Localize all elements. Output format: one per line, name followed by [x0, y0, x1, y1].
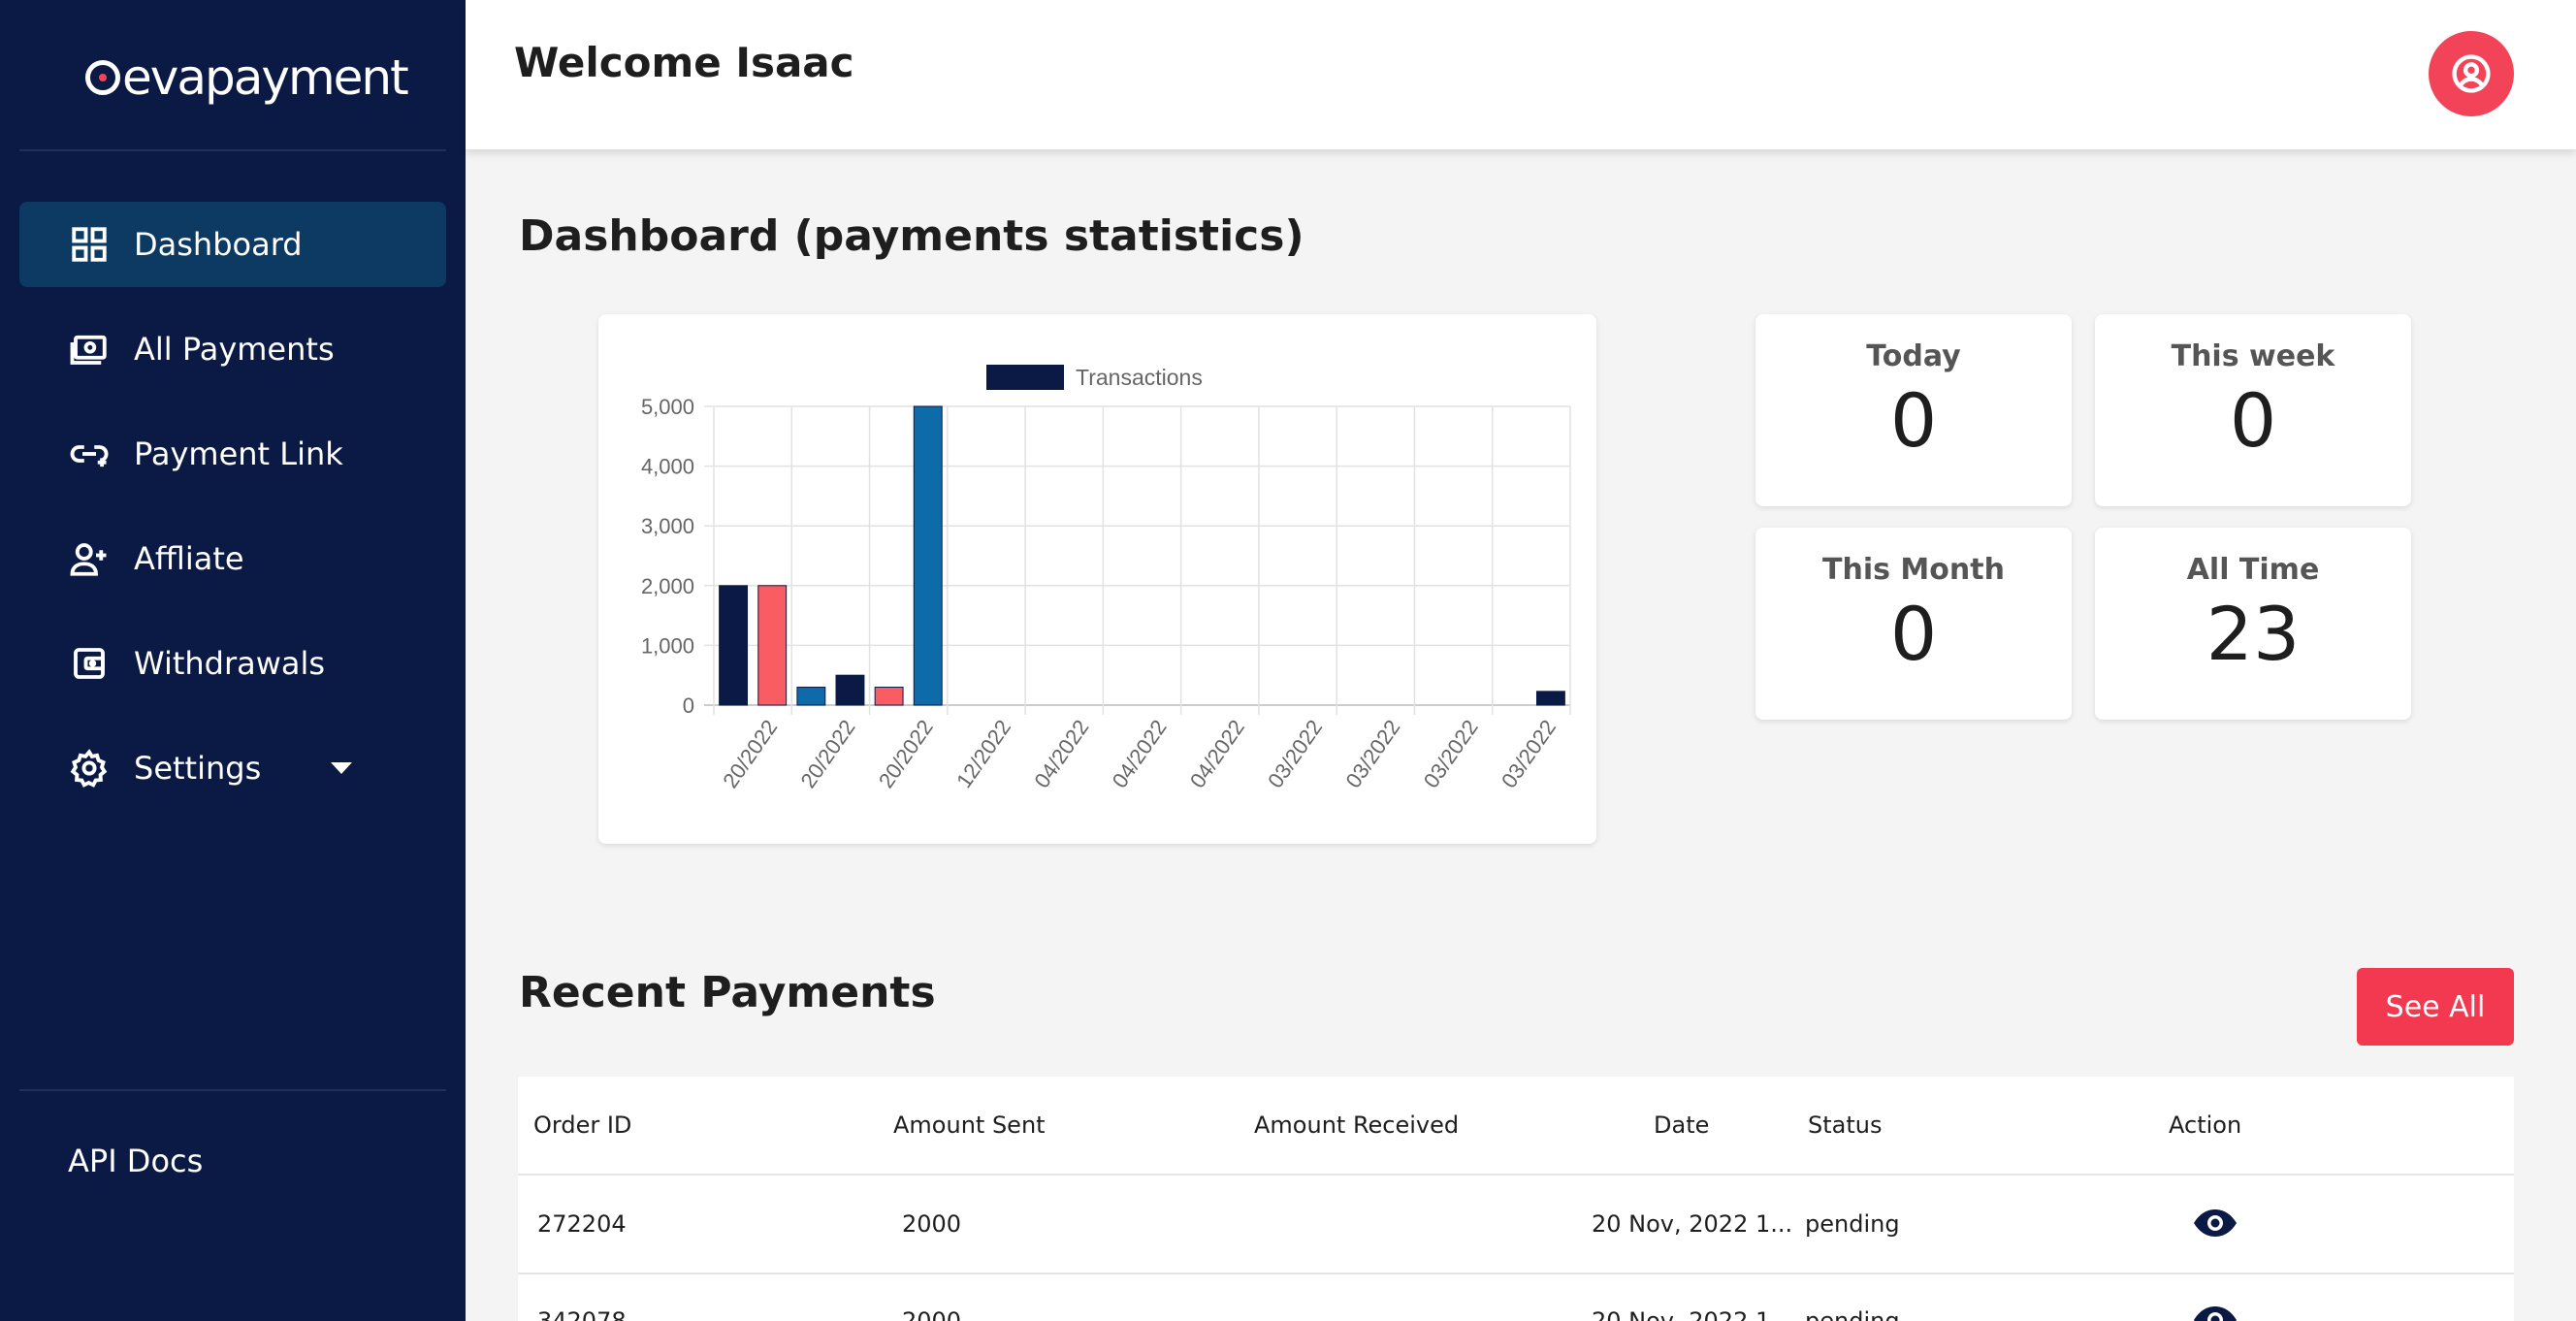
x-tick-label: 04/2022: [1029, 716, 1093, 792]
x-tick-label: 12/2022: [951, 716, 1015, 792]
column-header-action: Action: [2169, 1112, 2242, 1139]
column-header-status: Status: [1808, 1112, 1883, 1139]
recent-payments-table: Order ID Amount Sent Amount Received Dat…: [518, 1077, 2514, 1321]
bar: [1535, 691, 1565, 706]
y-tick-label: 2,000: [641, 574, 694, 598]
chevron-down-icon[interactable]: [331, 762, 353, 774]
cell-amount-sent: 2000: [902, 1307, 962, 1321]
bar: [874, 687, 904, 706]
bar: [796, 687, 826, 706]
stat-card-this-week: This week 0: [2095, 314, 2411, 506]
x-tick-label: 03/2022: [1263, 716, 1327, 792]
y-tick-label: 5,000: [641, 395, 694, 419]
cash-icon: [68, 328, 111, 371]
y-tick-label: 1,000: [641, 633, 694, 658]
sidebar-item-label: All Payments: [134, 331, 335, 368]
transactions-chart: 01,0002,0003,0004,0005,00020/2022 20/2022…: [641, 365, 1571, 792]
wallet-icon: [68, 642, 111, 685]
eye-icon[interactable]: [2192, 1208, 2238, 1238]
stat-label: This week: [2171, 339, 2335, 373]
cell-date: 20 Nov, 2022 1...: [1592, 1210, 1793, 1238]
sidebar-item-dashboard[interactable]: Dashboard: [19, 202, 446, 287]
sidebar-item-withdrawals[interactable]: Withdrawals: [19, 621, 446, 706]
sidebar-nav: Dashboard All Payments Payment Link Affl…: [19, 202, 446, 830]
y-tick-label: 0: [683, 693, 694, 718]
x-tick-label: 20/2022: [718, 716, 782, 792]
grid-icon: [68, 223, 111, 266]
table-row[interactable]: 272204 2000 20 Nov, 2022 1... pending: [518, 1176, 2514, 1274]
stat-label: All Time: [2186, 553, 2320, 587]
cell-order-id: 272204: [537, 1210, 627, 1238]
sidebar-item-settings[interactable]: Settings: [19, 725, 446, 811]
stat-card-today: Today 0: [1755, 314, 2072, 506]
user-plus-icon: [68, 537, 111, 580]
x-tick-label: 04/2022: [1108, 716, 1172, 792]
sidebar-item-payment-link[interactable]: Payment Link: [19, 411, 446, 497]
column-header-order-id: Order ID: [533, 1112, 632, 1139]
cell-amount-sent: 2000: [902, 1210, 962, 1238]
sidebar-item-label: Affliate: [134, 540, 244, 577]
sidebar: evapayment Dashboard All Payments Paymen…: [0, 0, 466, 1321]
column-header-amount-sent: Amount Sent: [893, 1112, 1046, 1139]
stat-value: 23: [2206, 591, 2301, 677]
sidebar-item-label: Settings: [134, 750, 262, 787]
x-tick-label: 03/2022: [1340, 716, 1404, 792]
y-tick-label: 4,000: [641, 455, 694, 479]
stat-value: 0: [2229, 377, 2277, 464]
x-tick-label: 03/2022: [1419, 716, 1483, 792]
sidebar-divider-top: [19, 149, 446, 151]
stat-value: 0: [1889, 377, 1938, 464]
x-tick-label: 04/2022: [1185, 716, 1249, 792]
stat-card-this-month: This Month 0: [1755, 528, 2072, 720]
logo-text: evapayment: [122, 49, 409, 106]
evapayment-logo[interactable]: evapayment: [85, 47, 409, 109]
cell-status: pending: [1805, 1210, 1900, 1238]
dashboard-title: Dashboard (payments statistics): [519, 211, 1304, 261]
column-header-amount-received: Amount Received: [1254, 1112, 1460, 1139]
cell-status: pending: [1805, 1307, 1900, 1321]
profile-button[interactable]: [2429, 31, 2514, 116]
sidebar-divider-bottom: [19, 1089, 446, 1091]
eye-icon[interactable]: [2192, 1305, 2238, 1321]
table-header-row: Order ID Amount Sent Amount Received Dat…: [518, 1077, 2514, 1176]
table-row[interactable]: 342078 2000 20 Nov, 2022 1... pending: [518, 1274, 2514, 1321]
bar: [757, 585, 788, 706]
logo-mark-icon: [85, 60, 120, 95]
gear-icon: [68, 747, 111, 789]
recent-payments-title: Recent Payments: [519, 968, 936, 1017]
welcome-title: Welcome Isaac: [514, 39, 854, 86]
bar: [719, 585, 749, 706]
user-circle-icon: [2452, 54, 2491, 93]
legend-label: Transactions: [1076, 365, 1203, 390]
cell-date: 20 Nov, 2022 1...: [1592, 1307, 1793, 1321]
top-header: Welcome Isaac: [466, 0, 2576, 149]
x-tick-label: 20/2022: [796, 716, 860, 792]
sidebar-item-all-payments[interactable]: All Payments: [19, 306, 446, 392]
sidebar-item-label: Withdrawals: [134, 645, 326, 682]
bar: [835, 674, 865, 706]
stat-card-all-time: All Time 23: [2095, 528, 2411, 720]
legend-swatch: [986, 365, 1064, 390]
stat-label: Today: [1866, 339, 1961, 373]
bar: [913, 405, 943, 706]
sidebar-item-label: Dashboard: [134, 226, 303, 263]
column-header-date: Date: [1654, 1112, 1710, 1139]
link-icon: [68, 433, 111, 475]
stat-label: This Month: [1822, 553, 2005, 587]
y-tick-label: 3,000: [641, 514, 694, 538]
transactions-chart-card: 0 1,000 2,000 3,000 4,000 5,000 20/2022 20/2022…: [598, 314, 1596, 844]
sidebar-item-affliate[interactable]: Affliate: [19, 516, 446, 601]
see-all-button[interactable]: See All: [2357, 968, 2514, 1046]
cell-order-id: 342078: [537, 1307, 627, 1321]
stat-value: 0: [1889, 591, 1938, 677]
api-docs-link[interactable]: API Docs: [68, 1143, 203, 1179]
x-tick-label: 03/2022: [1497, 716, 1561, 792]
x-tick-label: 20/2022: [874, 716, 938, 792]
sidebar-item-label: Payment Link: [134, 435, 343, 472]
